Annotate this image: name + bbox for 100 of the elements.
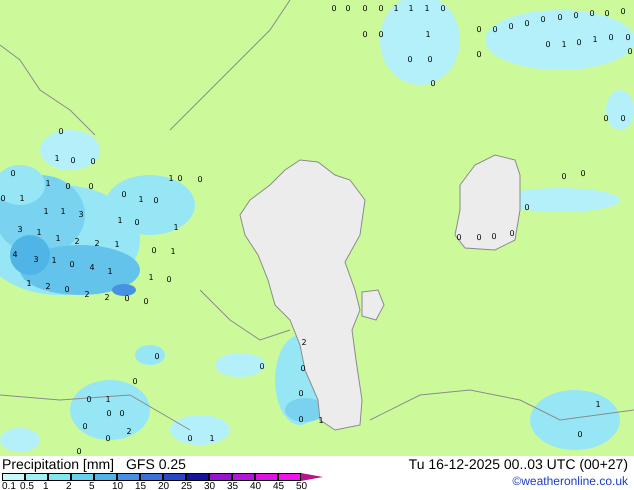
- credit-link[interactable]: ©weatheronline.co.uk: [512, 474, 628, 488]
- value-label: 0: [604, 9, 610, 18]
- value-label: 4: [12, 250, 18, 259]
- scale-tick-label: 40: [250, 481, 262, 490]
- value-label: 1: [425, 30, 431, 39]
- scale-tick-label: 0.1: [2, 481, 16, 490]
- value-label: 3: [33, 255, 39, 264]
- value-label: 1: [19, 194, 25, 203]
- value-label: 0: [620, 7, 626, 16]
- value-label: 1: [55, 234, 61, 243]
- value-label: 0: [524, 19, 530, 28]
- value-label: 0: [300, 364, 306, 373]
- value-label: 0: [0, 194, 6, 203]
- value-label: 0: [10, 169, 16, 178]
- value-label: 1: [592, 35, 598, 44]
- value-label: 0: [545, 40, 551, 49]
- valid-time: Tu 16-12-2025 00..03 UTC (00+27): [408, 456, 628, 472]
- scale-tick-label: 0.5: [20, 481, 34, 490]
- value-label: 1: [393, 4, 399, 13]
- lake-shape: [362, 289, 385, 321]
- value-label: 0: [177, 174, 183, 183]
- value-label: 1: [114, 240, 120, 249]
- value-label: 1: [36, 228, 42, 237]
- value-label: 0: [407, 55, 413, 64]
- value-label: 0: [119, 409, 125, 418]
- scale-tick-label: 20: [158, 481, 170, 490]
- value-label: 1: [148, 273, 154, 282]
- value-label: 0: [440, 4, 446, 13]
- value-label: 0: [65, 182, 71, 191]
- value-label: 0: [608, 33, 614, 42]
- value-label: 0: [492, 25, 498, 34]
- scale-tick-label: 45: [273, 481, 284, 490]
- scale-tick-label: 15: [135, 481, 146, 490]
- value-label: 1: [408, 4, 414, 13]
- value-label: 0: [298, 389, 304, 398]
- value-label: 0: [69, 260, 75, 269]
- legend-title: Precipitation [mm]: [2, 456, 114, 472]
- value-label: 0: [509, 229, 515, 238]
- value-label: 1: [45, 179, 51, 188]
- value-label: 1: [170, 247, 176, 256]
- value-label: 0: [151, 246, 157, 255]
- value-label: 1: [60, 207, 66, 216]
- value-label: 0: [58, 127, 64, 136]
- value-label: 0: [154, 352, 160, 361]
- value-label: 0: [456, 233, 462, 242]
- value-label: 2: [45, 282, 51, 291]
- value-label: 0: [627, 47, 633, 56]
- value-label: 0: [259, 362, 265, 371]
- value-label: 0: [105, 434, 111, 443]
- value-label: 0: [76, 447, 82, 456]
- value-label: 0: [64, 285, 70, 294]
- value-label: 0: [86, 395, 92, 404]
- scale-tick-label: 30: [204, 481, 216, 490]
- value-label: 0: [430, 79, 436, 88]
- value-label: 0: [603, 114, 609, 123]
- value-label: 0: [508, 22, 514, 31]
- value-label: 0: [524, 203, 530, 212]
- scale-tick-label: 25: [181, 481, 192, 490]
- value-label: 0: [197, 175, 203, 184]
- value-label: 0: [378, 30, 384, 39]
- value-label: 0: [121, 190, 127, 199]
- value-label: 4: [89, 263, 95, 272]
- value-label: 0: [561, 172, 567, 181]
- value-label: 0: [378, 4, 384, 13]
- value-label: 0: [427, 55, 433, 64]
- value-label: 0: [589, 9, 595, 18]
- value-label: 1: [138, 195, 144, 204]
- value-label: 1: [209, 434, 215, 443]
- value-label: 0: [476, 233, 482, 242]
- value-label: 0: [580, 169, 586, 178]
- value-label: 1: [105, 395, 111, 404]
- value-label: 0: [82, 422, 88, 431]
- value-label: 3: [17, 225, 23, 234]
- value-label: 0: [132, 377, 138, 386]
- value-label: 0: [362, 30, 368, 39]
- scale-tick-label: 10: [112, 481, 124, 490]
- value-label: 2: [126, 427, 132, 436]
- value-label: 1: [561, 40, 567, 49]
- value-label: 0: [577, 430, 583, 439]
- value-label: 0: [573, 11, 579, 20]
- value-label: 0: [166, 275, 172, 284]
- value-label: 0: [88, 182, 94, 191]
- value-label: 0: [298, 415, 304, 424]
- value-label: 2: [104, 293, 110, 302]
- model-name: GFS 0.25: [126, 456, 186, 472]
- value-label: 2: [84, 290, 90, 299]
- scale-tick-label: 50: [296, 481, 308, 490]
- scale-tick-label: 5: [89, 481, 95, 490]
- value-label: 3: [78, 210, 84, 219]
- value-label: 0: [187, 434, 193, 443]
- value-label: 2: [94, 239, 100, 248]
- value-label: 1: [318, 416, 324, 425]
- value-label: 0: [143, 297, 149, 306]
- scale-tick-label: 1: [43, 481, 49, 490]
- value-label: 1: [595, 400, 601, 409]
- value-label: 0: [625, 33, 631, 42]
- scale-tick-label: 35: [227, 481, 238, 490]
- value-label: 1: [168, 174, 174, 183]
- value-label: 1: [54, 154, 60, 163]
- value-label: 0: [491, 232, 497, 241]
